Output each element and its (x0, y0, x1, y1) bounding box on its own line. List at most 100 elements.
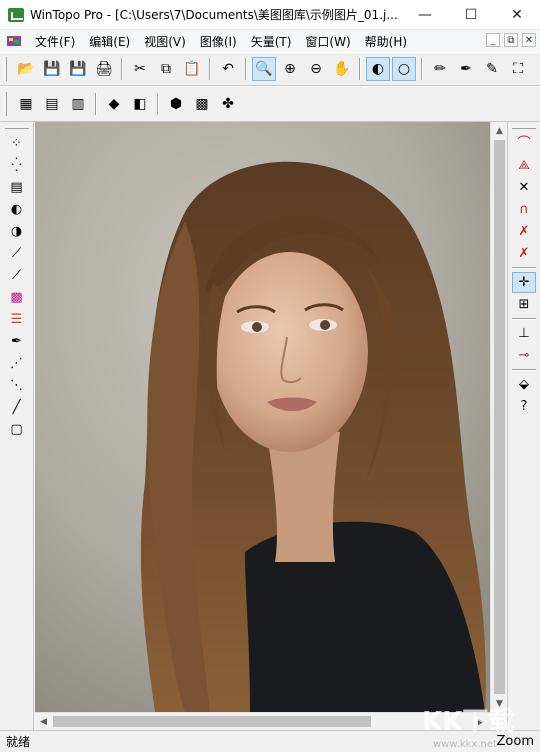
menu-view[interactable]: 视图(V) (137, 33, 193, 50)
toolbar-grip[interactable] (4, 57, 7, 81)
toolbar-separator (157, 93, 159, 115)
node-arc-icon[interactable]: ∩ (512, 199, 536, 220)
toolbar-grip[interactable] (4, 92, 7, 116)
title-bar: WinTopo Pro - [C:\Users\7\Documents\美图图库… (0, 0, 540, 30)
fill-icon[interactable]: ⬙ (512, 374, 536, 395)
vertical-scrollbar[interactable]: ▲ ▼ (490, 122, 507, 712)
menu-vector[interactable]: 矢量(T) (244, 33, 299, 50)
contrast-icon[interactable]: ◑ (5, 221, 29, 242)
raster-view-icon[interactable]: ◐ (366, 57, 390, 81)
wizard-icon[interactable]: ✤ (216, 92, 240, 116)
edit-vector-icon[interactable]: ✎ (480, 57, 504, 81)
rectangle-icon[interactable]: ▢ (5, 419, 29, 440)
toolbar-separator (245, 58, 247, 80)
cut-icon[interactable]: ✂ (128, 57, 152, 81)
horizontal-scroll-thumb[interactable] (53, 716, 371, 727)
snap-icon[interactable]: ✛ (512, 272, 536, 293)
image-toolbar: ▦ ▤ ▥ ◆ ◧ ⬢ ▩ ✤ (0, 86, 540, 122)
colour-reduce-icon[interactable]: ▥ (66, 92, 90, 116)
minimize-button[interactable]: — (402, 0, 448, 30)
save-icon[interactable]: 💾 (40, 57, 64, 81)
dots-icon[interactable]: ⁘ (5, 133, 29, 154)
watermark-logo: KK下载 (422, 707, 514, 737)
node-curve-icon[interactable]: ⌒ (512, 133, 536, 154)
pen-icon[interactable]: ✒ (454, 57, 478, 81)
palette-icon[interactable]: ☰ (5, 309, 29, 330)
right-tool-palette: ⌒ ⟁ ✕ ∩ ✗ ✗ ✛ ⊞ ⊥ ⊸ ⬙ ? (507, 122, 540, 730)
window-title: WinTopo Pro - [C:\Users\7\Documents\美图图库… (30, 8, 398, 22)
mdi-minimize-button[interactable]: _ (486, 33, 500, 47)
watermark-url: www.kkx.net (433, 739, 497, 750)
vector-view-icon[interactable]: ○ (392, 57, 416, 81)
pan-hand-icon[interactable]: ✋ (330, 57, 354, 81)
speckle-icon[interactable]: ⁛ (5, 155, 29, 176)
scroll-left-button[interactable]: ◀ (35, 713, 52, 730)
copy-icon[interactable]: ⧉ (154, 57, 178, 81)
menu-bar: 文件(F) 编辑(E) 视图(V) 图像(I) 矢量(T) 窗口(W) 帮助(H… (0, 30, 540, 52)
scroll-up-button[interactable]: ▲ (491, 122, 508, 139)
window-controls: — ☐ ✕ (402, 0, 540, 30)
pencil-icon[interactable]: ✏ (428, 57, 452, 81)
palette-grip[interactable] (4, 126, 29, 129)
portrait-photo (35, 122, 490, 712)
menu-edit[interactable]: 编辑(E) (82, 33, 137, 50)
palette-separator (512, 267, 536, 269)
toolbar-separator (95, 93, 97, 115)
left-tool-palette: ⁘ ⁛ ▤ ◐ ◑ ⟋ ⟋ ▩ ☰ ✒ ⋰ ⋱ ╱ ▢ (0, 122, 34, 730)
save-as-icon[interactable]: 💾 (66, 57, 90, 81)
image-canvas[interactable] (35, 122, 490, 712)
overlay-icon[interactable]: ◧ (128, 92, 152, 116)
palette-separator (512, 369, 536, 371)
zoom-icon[interactable]: 🔍 (252, 57, 276, 81)
join-icon[interactable]: ⊸ (512, 345, 536, 366)
layers-icon[interactable]: ◆ (102, 92, 126, 116)
colour-icon[interactable]: ▩ (5, 287, 29, 308)
dashed-line-icon[interactable]: ⋰ (5, 353, 29, 374)
vectorize-icon[interactable]: ▩ (190, 92, 214, 116)
draw-icon[interactable]: ✒ (5, 331, 29, 352)
measure-icon[interactable]: ⟋ (5, 265, 29, 286)
menu-help[interactable]: 帮助(H) (358, 33, 414, 50)
app-icon (8, 7, 24, 22)
print-icon[interactable]: 🖨 (92, 57, 116, 81)
toolbar-separator (421, 58, 423, 80)
palette-separator (512, 318, 536, 320)
node-delete-icon[interactable]: ✗ (512, 221, 536, 242)
toolbar-separator (359, 58, 361, 80)
mdi-close-button[interactable]: ✕ (522, 33, 536, 47)
status-text: 就绪 (6, 735, 31, 749)
menu-window[interactable]: 窗口(W) (298, 33, 357, 50)
document-icon[interactable] (6, 34, 22, 48)
snap-grid-icon[interactable]: ⊞ (512, 294, 536, 315)
menu-file[interactable]: 文件(F) (28, 33, 82, 50)
grayscale-icon[interactable]: ▤ (5, 177, 29, 198)
node-polyline-icon[interactable]: ⟁ (512, 155, 536, 176)
solid-line-icon[interactable]: ╱ (5, 397, 29, 418)
node-remove-icon[interactable]: ✗ (512, 243, 536, 264)
help-cursor-icon[interactable]: ? (512, 396, 536, 417)
split-icon[interactable]: ⊥ (512, 323, 536, 344)
thin-icon[interactable]: ▦ (14, 92, 38, 116)
shield-icon[interactable]: ⬢ (164, 92, 188, 116)
dotted-line-icon[interactable]: ⋱ (5, 375, 29, 396)
close-button[interactable]: ✕ (494, 0, 540, 30)
menu-image[interactable]: 图像(I) (193, 33, 244, 50)
open-folder-icon[interactable]: 📂 (14, 57, 38, 81)
palette-grip[interactable] (512, 126, 536, 129)
undo-icon[interactable]: ↶ (216, 57, 240, 81)
threshold-icon[interactable]: ▤ (40, 92, 64, 116)
zoom-in-icon[interactable]: ⊕ (278, 57, 302, 81)
toolbar-separator (121, 58, 123, 80)
svg-text:KK下载: KK下载 (422, 707, 514, 737)
zoom-out-icon[interactable]: ⊖ (304, 57, 328, 81)
paste-icon[interactable]: 📋 (180, 57, 204, 81)
maximize-button[interactable]: ☐ (448, 0, 494, 30)
half-circle-icon[interactable]: ◐ (5, 199, 29, 220)
node-cross-icon[interactable]: ✕ (512, 177, 536, 198)
mdi-controls: _ ⧉ ✕ (486, 33, 536, 47)
crop-icon[interactable]: ⛶ (506, 57, 530, 81)
toolbar-separator (209, 58, 211, 80)
mdi-restore-button[interactable]: ⧉ (504, 33, 518, 47)
line-tool-icon[interactable]: ⟋ (5, 243, 29, 264)
vertical-scroll-thumb[interactable] (494, 140, 505, 694)
